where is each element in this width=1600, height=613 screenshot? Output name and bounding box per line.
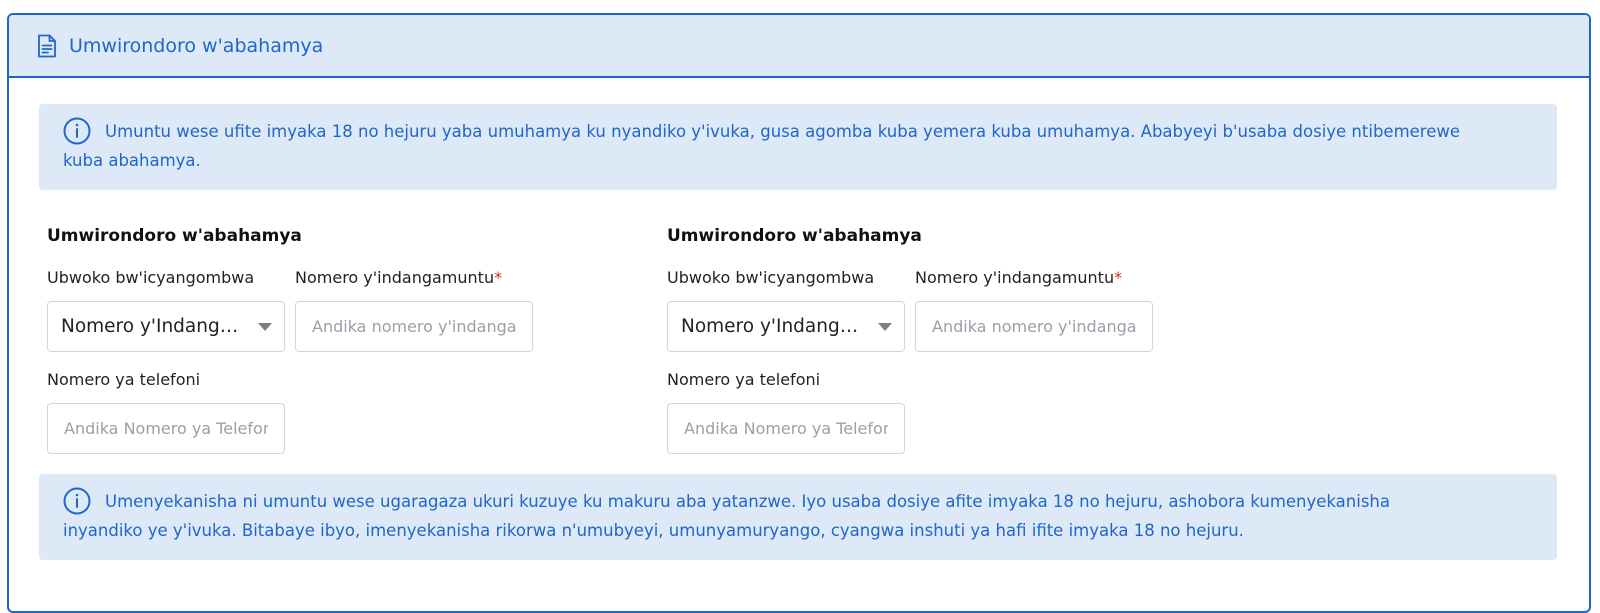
witness-1-doc-type-select[interactable]: Nomero y'Indangamuntu [47,301,285,352]
witness-2-id-label: Nomero y'indangamuntu* [915,268,1123,287]
witness-2-doc-type-select[interactable]: Nomero y'Indangamuntu [667,301,905,352]
witness-2-id-input[interactable] [915,301,1153,352]
witness-1-doc-type-value: Nomero y'Indangamuntu [61,316,244,337]
witness-1-phone-input[interactable] [47,403,285,454]
info-alert-text: Umuntu wese ufite imyaka 18 no hejuru ya… [63,122,1461,170]
required-mark: * [1114,268,1123,287]
witness-1-doc-type-label: Ubwoko bw'icyangombwa [47,268,255,287]
witness-2-doc-type-value: Nomero y'Indangamuntu [681,316,864,337]
witness-2-section-title: Umwirondoro w'abahamya [667,226,922,246]
witness-1-id-input[interactable] [295,301,533,352]
witness-1-section-title: Umwirondoro w'abahamya [47,226,302,246]
info-alert-declarant-rule: Umenyekanisha ni umuntu wese ugaragaza u… [39,474,1557,560]
witness-1-phone-label: Nomero ya telefoni [47,370,201,389]
info-icon [63,487,91,515]
required-mark: * [494,268,503,287]
witness-2-phone-input[interactable] [667,403,905,454]
witness-1-id-label: Nomero y'indangamuntu* [295,268,503,287]
card-title: Umwirondoro w'abahamya [69,34,324,57]
caret-down-icon [878,323,892,331]
info-alert-text: Umenyekanisha ni umuntu wese ugaragaza u… [63,492,1390,540]
card-header: Umwirondoro w'abahamya [9,15,1589,78]
witness-2-phone-label: Nomero ya telefoni [667,370,821,389]
info-icon [63,117,91,145]
info-alert-witness-rule: Umuntu wese ufite imyaka 18 no hejuru ya… [39,104,1557,190]
caret-down-icon [258,323,272,331]
document-icon [37,34,59,58]
witness-2-doc-type-label: Ubwoko bw'icyangombwa [667,268,875,287]
